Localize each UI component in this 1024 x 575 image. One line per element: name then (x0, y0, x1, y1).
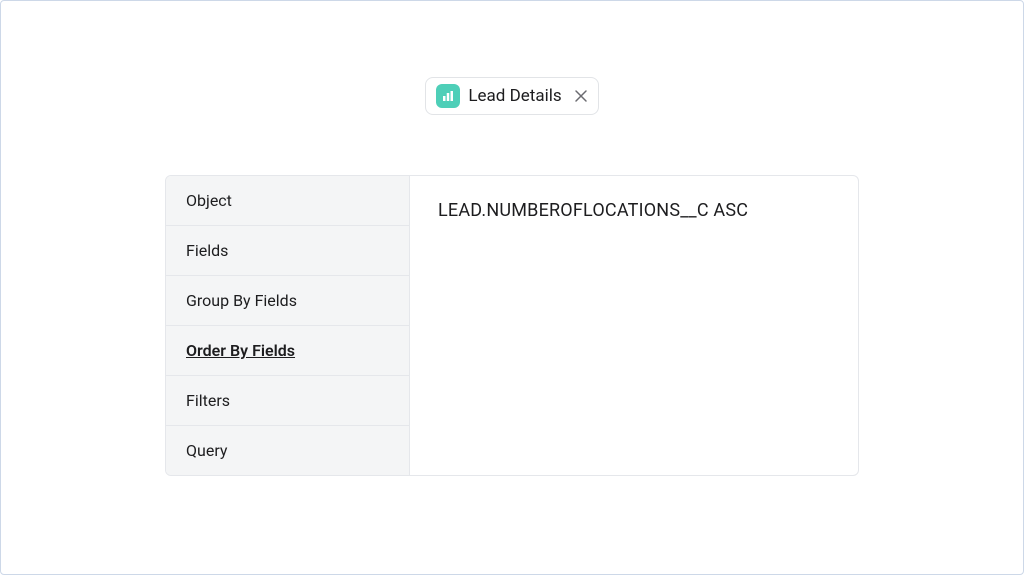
sidebar-item-label: Object (186, 191, 232, 210)
chip-container: Lead Details (1, 77, 1023, 115)
close-icon[interactable] (574, 89, 588, 103)
sidebar-item-label: Query (186, 441, 227, 460)
sidebar-item-object[interactable]: Object (166, 176, 409, 226)
order-by-value: LEAD.NUMBEROFLOCATIONS__C ASC (438, 200, 830, 221)
sidebar-item-order-by-fields[interactable]: Order By Fields (166, 326, 409, 376)
sidebar-item-label: Fields (186, 241, 228, 260)
chart-icon (436, 84, 460, 108)
chip-label: Lead Details (468, 86, 561, 106)
sidebar: Object Fields Group By Fields Order By F… (166, 176, 410, 475)
sidebar-item-query[interactable]: Query (166, 426, 409, 475)
sidebar-item-label: Order By Fields (186, 341, 295, 360)
sidebar-item-group-by-fields[interactable]: Group By Fields (166, 276, 409, 326)
content-area: LEAD.NUMBEROFLOCATIONS__C ASC (410, 176, 858, 475)
sidebar-item-filters[interactable]: Filters (166, 376, 409, 426)
sidebar-item-label: Group By Fields (186, 291, 297, 310)
sidebar-item-label: Filters (186, 391, 230, 410)
sidebar-item-fields[interactable]: Fields (166, 226, 409, 276)
details-panel: Object Fields Group By Fields Order By F… (165, 175, 859, 476)
lead-details-chip[interactable]: Lead Details (425, 77, 598, 115)
